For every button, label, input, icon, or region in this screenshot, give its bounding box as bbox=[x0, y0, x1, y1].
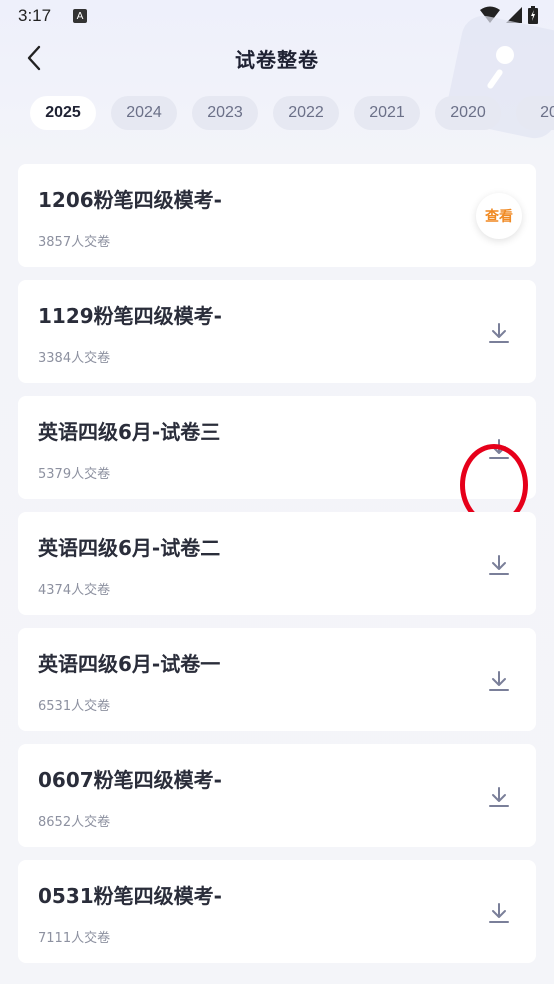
paper-card[interactable]: 英语四级6月-试卷一 6531人交卷 bbox=[18, 628, 536, 731]
year-tab-2023[interactable]: 2023 bbox=[192, 96, 258, 130]
year-tab-2020[interactable]: 2020 bbox=[435, 96, 501, 130]
submission-count: 5379人交卷 bbox=[38, 467, 111, 482]
status-time: 3:17 bbox=[18, 6, 52, 25]
download-icon bbox=[489, 323, 509, 343]
year-tab-2025[interactable]: 2025 bbox=[30, 96, 96, 130]
paper-card[interactable]: 0531粉笔四级模考- 7111人交卷 bbox=[18, 860, 536, 963]
app-screen: 3:17 A 试卷整卷 2025 2024 2023 2022 2021 2020 20 bbox=[0, 0, 554, 984]
view-button[interactable]: 查看 bbox=[476, 193, 522, 239]
download-button[interactable] bbox=[484, 782, 514, 812]
download-icon bbox=[489, 787, 509, 807]
year-tab-2021[interactable]: 2021 bbox=[354, 96, 420, 130]
paper-title: 英语四级6月-试卷一 bbox=[38, 652, 221, 676]
submission-count: 7111人交卷 bbox=[38, 931, 111, 946]
download-icon bbox=[489, 439, 509, 459]
paper-title: 1206粉笔四级模考- bbox=[38, 188, 222, 212]
paper-title: 0531粉笔四级模考- bbox=[38, 884, 222, 908]
download-button[interactable] bbox=[484, 898, 514, 928]
submission-count: 3857人交卷 bbox=[38, 235, 111, 250]
year-tab-2024[interactable]: 2024 bbox=[111, 96, 177, 130]
paper-list: 1206粉笔四级模考- 3857人交卷 查看 1129粉笔四级模考- 3384人交卷英语… bbox=[18, 164, 536, 976]
year-tabs: 2025 2024 2023 2022 2021 2020 20 bbox=[30, 96, 554, 130]
paper-card[interactable]: 英语四级6月-试卷三 5379人交卷 bbox=[18, 396, 536, 526]
paper-title: 0607粉笔四级模考- bbox=[38, 768, 222, 792]
download-icon bbox=[489, 671, 509, 691]
paper-title: 英语四级6月-试卷二 bbox=[38, 536, 221, 560]
paper-card[interactable]: 1206粉笔四级模考- 3857人交卷 查看 bbox=[18, 164, 536, 267]
chevron-left-icon bbox=[27, 45, 41, 71]
download-icon bbox=[489, 903, 509, 923]
paper-card[interactable]: 英语四级6月-试卷二 4374人交卷 bbox=[18, 512, 536, 615]
paper-title: 1129粉笔四级模考- bbox=[38, 304, 222, 328]
download-button[interactable] bbox=[484, 318, 514, 348]
submission-count: 8652人交卷 bbox=[38, 815, 111, 830]
download-button[interactable] bbox=[484, 666, 514, 696]
submission-count: 6531人交卷 bbox=[38, 699, 111, 714]
back-button[interactable] bbox=[18, 42, 50, 74]
submission-count: 4374人交卷 bbox=[38, 583, 111, 598]
nav-bar: 试卷整卷 bbox=[0, 32, 554, 84]
submission-count: 3384人交卷 bbox=[38, 351, 111, 366]
paper-title: 英语四级6月-试卷三 bbox=[38, 420, 221, 444]
year-tab-2022[interactable]: 2022 bbox=[273, 96, 339, 130]
paper-card[interactable]: 0607粉笔四级模考- 8652人交卷 bbox=[18, 744, 536, 847]
paper-card[interactable]: 1129粉笔四级模考- 3384人交卷 bbox=[18, 280, 536, 383]
notification-a-icon: A bbox=[73, 9, 88, 23]
year-tab-20[interactable]: 20 bbox=[516, 96, 554, 130]
download-button[interactable] bbox=[460, 434, 528, 526]
battery-icon bbox=[528, 6, 538, 24]
page-title: 试卷整卷 bbox=[235, 47, 319, 72]
download-icon bbox=[489, 555, 509, 575]
download-button[interactable] bbox=[484, 550, 514, 580]
